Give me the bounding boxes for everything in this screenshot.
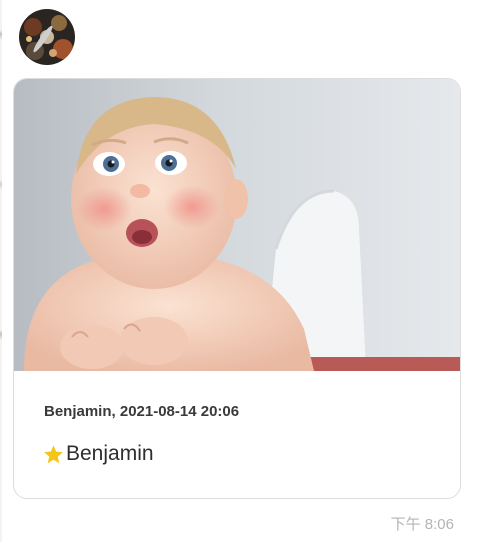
sender-timestamp-line: Benjamin, 2021-08-14 20:06 [44, 403, 240, 420]
baby-photo-icon [14, 79, 460, 371]
star-icon [44, 444, 63, 463]
sender-avatar[interactable] [19, 9, 75, 65]
message-photo[interactable] [14, 79, 460, 371]
message-content: Benjamin [43, 440, 154, 468]
message-text: Benjamin [66, 442, 154, 465]
image-message-card[interactable]: Benjamin, 2021-08-14 20:06 Benjamin [13, 78, 461, 499]
message-time: 下午 8:06 [390, 516, 454, 533]
window-edge [0, 0, 2, 542]
avatar-image-icon [19, 9, 75, 65]
